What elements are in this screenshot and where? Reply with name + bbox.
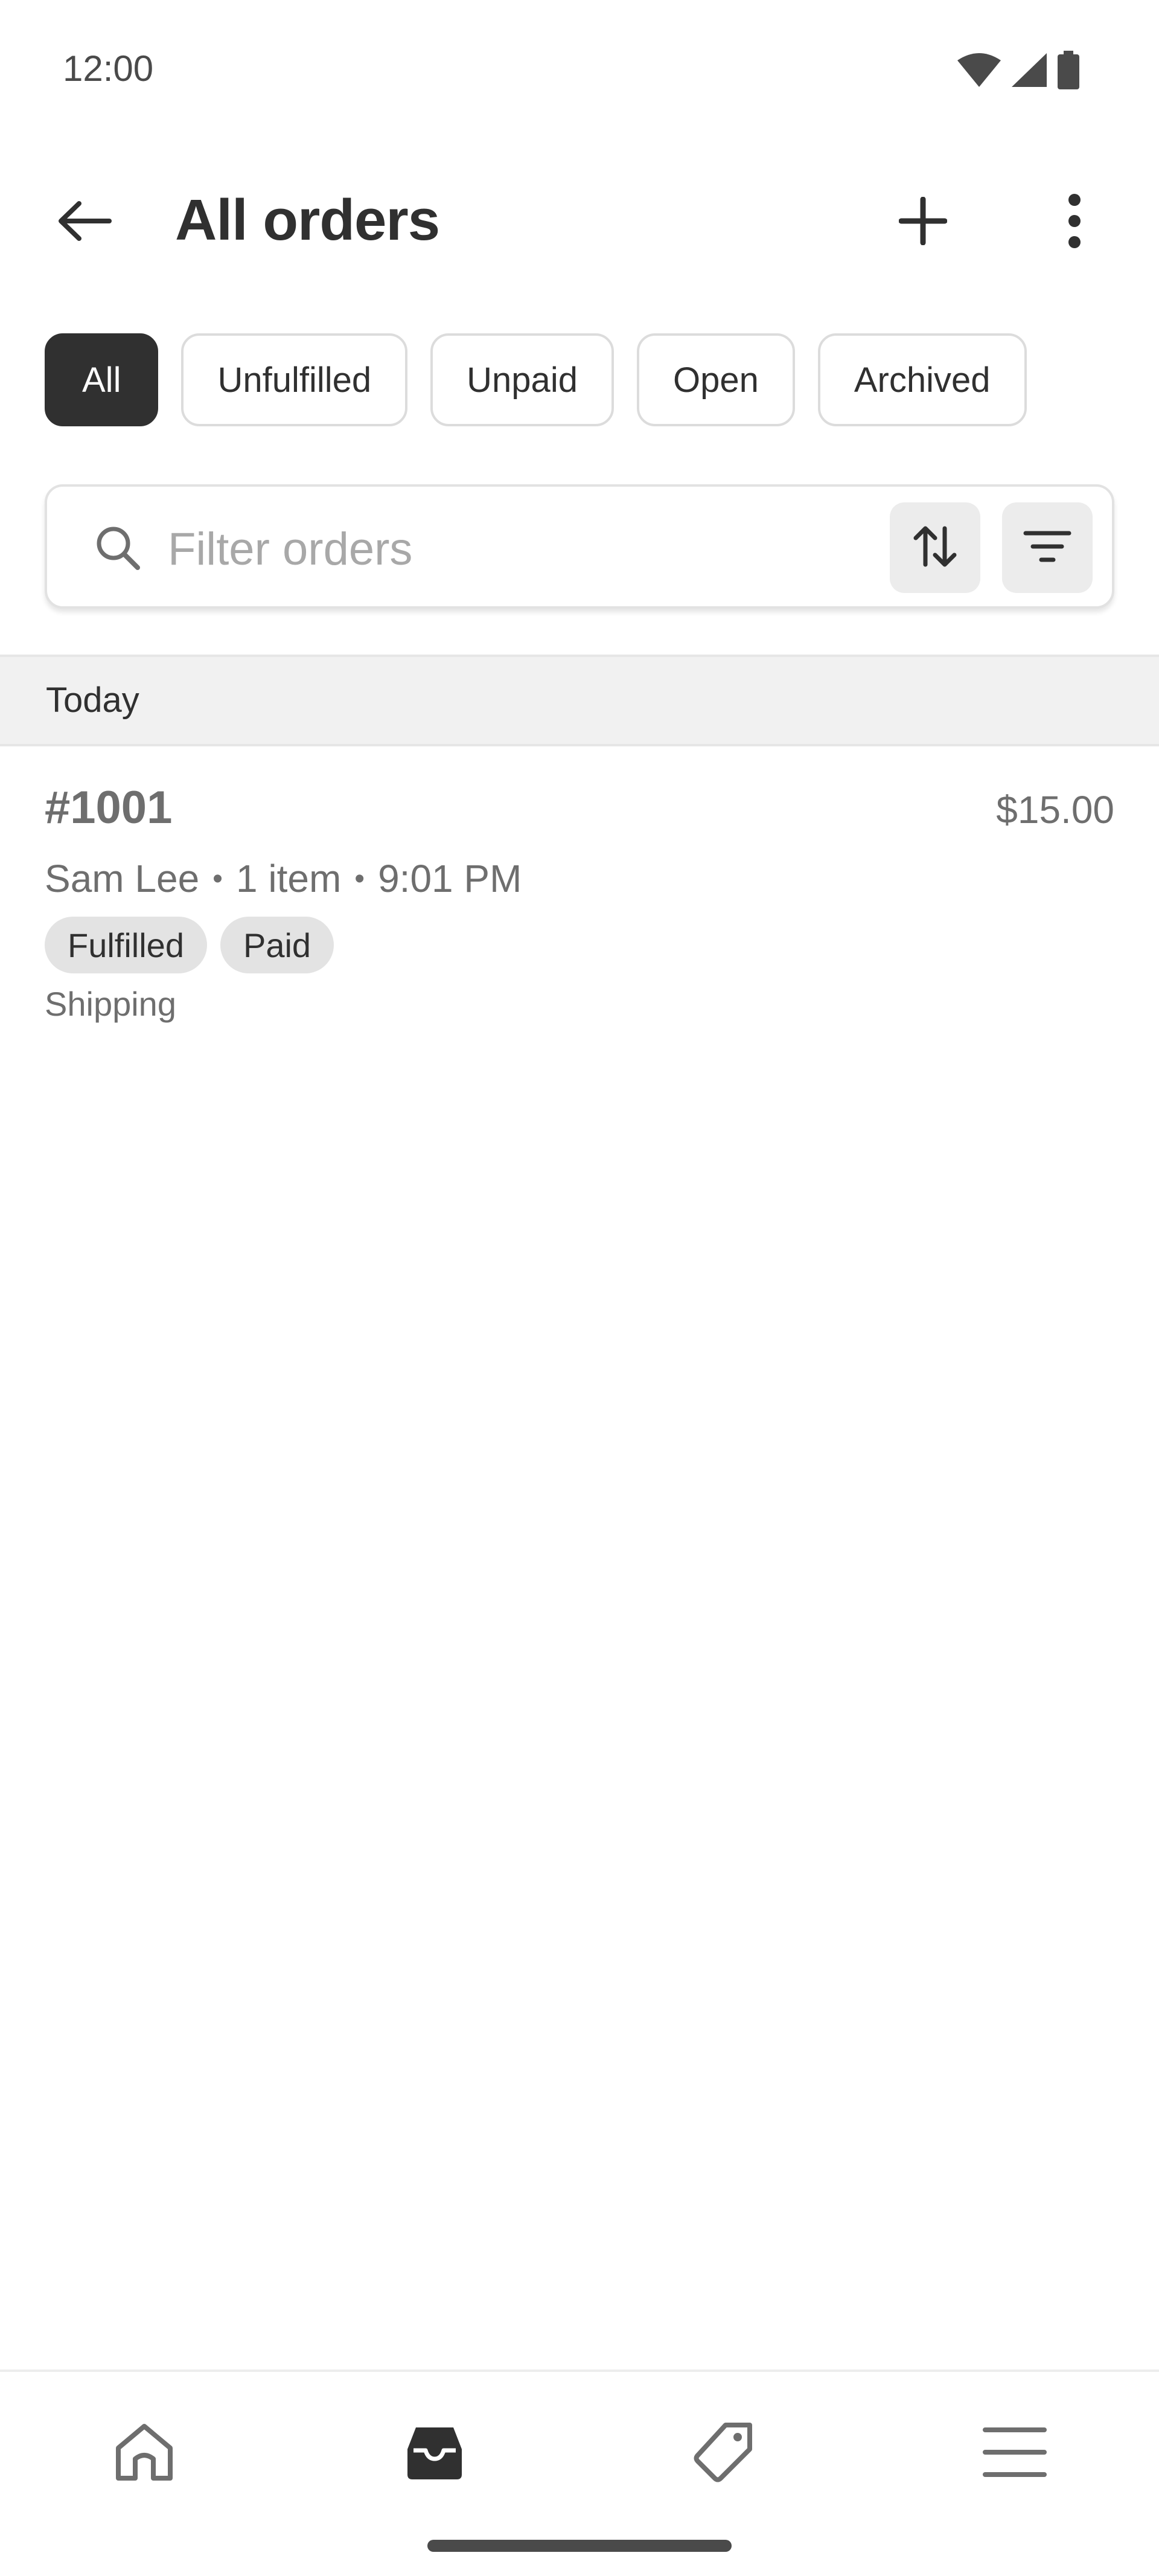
plus-icon bbox=[898, 196, 948, 248]
meta-separator: • bbox=[354, 862, 365, 895]
top-app-bar: All orders bbox=[0, 139, 1159, 302]
order-time: 9:01 PM bbox=[378, 857, 522, 900]
nav-orders[interactable] bbox=[395, 2414, 474, 2493]
section-title: Today bbox=[46, 681, 139, 720]
nav-menu[interactable] bbox=[975, 2414, 1054, 2493]
status-time: 12:00 bbox=[63, 48, 154, 89]
order-meta: Sam Lee • 1 item • 9:01 PM bbox=[45, 856, 522, 901]
tab-open[interactable]: Open bbox=[636, 333, 795, 426]
order-row[interactable]: #1001 $15.00 Sam Lee • 1 item • 9:01 PM … bbox=[0, 746, 1159, 1060]
order-number: #1001 bbox=[45, 782, 173, 833]
more-vertical-icon bbox=[1065, 193, 1084, 251]
nav-products[interactable] bbox=[685, 2414, 763, 2493]
back-button[interactable] bbox=[47, 185, 122, 260]
tab-unfulfilled[interactable]: Unfulfilled bbox=[181, 333, 408, 426]
tag-icon bbox=[691, 2419, 757, 2488]
order-customer: Sam Lee bbox=[45, 857, 200, 900]
home-icon bbox=[111, 2419, 177, 2488]
page-title: All orders bbox=[175, 188, 440, 252]
filter-lines-icon bbox=[1023, 528, 1071, 568]
tab-archived[interactable]: Archived bbox=[817, 333, 1027, 426]
tab-unpaid[interactable]: Unpaid bbox=[430, 333, 614, 426]
order-delivery-method: Shipping bbox=[45, 985, 176, 1023]
search-bar bbox=[45, 484, 1114, 609]
menu-icon bbox=[982, 2425, 1048, 2482]
search-icon bbox=[95, 525, 141, 571]
add-order-button[interactable] bbox=[886, 185, 960, 260]
order-total: $15.00 bbox=[996, 788, 1114, 831]
filter-tabs: All Unfulfilled Unpaid Open Archived bbox=[45, 333, 1027, 426]
nav-home[interactable] bbox=[105, 2414, 184, 2493]
order-item-count: 1 item bbox=[235, 857, 342, 900]
status-icons bbox=[956, 51, 1081, 92]
arrow-left-icon bbox=[57, 200, 112, 245]
fulfillment-status-badge: Fulfilled bbox=[45, 917, 207, 973]
home-indicator[interactable] bbox=[427, 2540, 732, 2552]
cellular-signal-icon bbox=[1011, 52, 1048, 91]
order-status-badges: Fulfilled Paid bbox=[45, 917, 334, 973]
tab-all[interactable]: All bbox=[45, 333, 159, 426]
orders-inbox-icon bbox=[401, 2419, 468, 2488]
meta-separator: • bbox=[212, 862, 223, 895]
filter-button[interactable] bbox=[1002, 502, 1093, 593]
filter-orders-input[interactable] bbox=[168, 510, 892, 588]
payment-status-badge: Paid bbox=[220, 917, 334, 973]
section-header-today: Today bbox=[0, 655, 1159, 746]
status-bar: 12:00 bbox=[0, 0, 1159, 139]
sort-arrows-icon bbox=[911, 522, 959, 574]
wifi-icon bbox=[956, 52, 1002, 91]
more-options-button[interactable] bbox=[1037, 185, 1112, 260]
battery-icon bbox=[1056, 51, 1081, 92]
sort-button[interactable] bbox=[890, 502, 980, 593]
bottom-navigation bbox=[0, 2369, 1159, 2576]
